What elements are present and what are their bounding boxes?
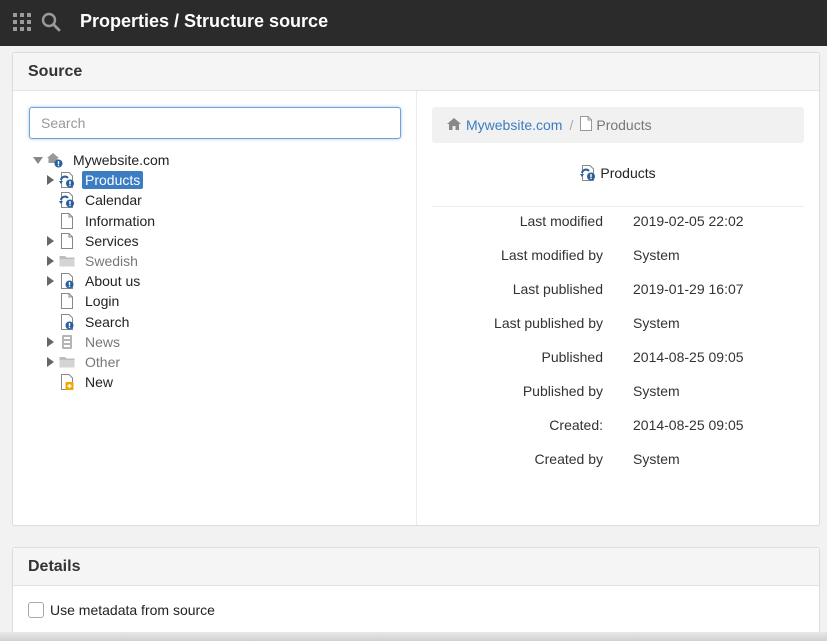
tree-node-label[interactable]: Other <box>85 354 120 370</box>
folder-icon <box>59 354 75 370</box>
page-new-icon <box>59 374 75 391</box>
tree-node[interactable]: Information <box>45 211 155 231</box>
breadcrumb-separator: / <box>569 117 574 133</box>
breadcrumb: Mywebsite.com / Products <box>432 107 804 143</box>
bottom-shadow <box>0 632 827 641</box>
property-row: Last published 2019-01-29 16:07 <box>432 281 812 301</box>
property-row: Last modified 2019-02-05 22:02 <box>432 213 812 233</box>
property-row: Last published by System <box>432 315 812 335</box>
home-info-icon <box>47 152 63 168</box>
page-info-icon <box>59 313 75 330</box>
property-row: Published by System <box>432 383 812 403</box>
property-value: System <box>633 451 680 467</box>
property-key: Last published by <box>494 315 603 331</box>
property-key: Published <box>541 349 604 365</box>
tree-node[interactable]: Swedish <box>45 251 138 271</box>
collapsed-triangle-icon[interactable] <box>45 357 55 367</box>
folder-icon <box>59 253 75 269</box>
tree-node-label[interactable]: Mywebsite.com <box>73 152 169 168</box>
tree-node[interactable]: New <box>45 372 113 392</box>
tree-node[interactable]: Calendar <box>45 190 142 210</box>
property-value: System <box>633 315 680 331</box>
property-key: Created by <box>534 451 603 467</box>
collapsed-triangle-icon[interactable] <box>45 235 55 246</box>
tree-node[interactable]: Services <box>45 231 139 251</box>
property-key: Last published <box>512 281 603 297</box>
tree-node[interactable]: Other <box>45 352 120 372</box>
page-icon <box>59 212 75 229</box>
details-panel: Details Use metadata from source <box>12 547 820 641</box>
tree-node[interactable]: About us <box>45 271 140 291</box>
property-value: 2019-01-29 16:07 <box>633 281 744 297</box>
tree-node[interactable]: Products <box>45 170 144 190</box>
detail-header: Products <box>432 165 804 181</box>
property-row: Created: 2014-08-25 09:05 <box>432 417 812 437</box>
property-row: Last modified by System <box>432 247 812 267</box>
detail-divider <box>432 206 804 207</box>
page-info-icon <box>59 273 75 290</box>
home-icon[interactable] <box>447 117 461 133</box>
search-icon[interactable] <box>41 12 61 32</box>
page-icon <box>59 293 75 310</box>
tree-node-label[interactable]: News <box>85 334 120 350</box>
property-value: 2014-08-25 09:05 <box>633 417 744 433</box>
page-icon <box>59 232 75 249</box>
use-metadata-checkbox[interactable] <box>28 602 44 618</box>
breadcrumb-current: Products <box>596 117 652 133</box>
property-key: Published by <box>522 383 603 399</box>
property-value: System <box>633 383 680 399</box>
page-icon <box>580 116 593 134</box>
source-panel: Source Mywebsite.com Products Calendar Info… <box>12 52 820 526</box>
detail-title: Products <box>600 165 656 181</box>
grid-icon[interactable] <box>13 13 31 31</box>
page-reload-info-icon <box>59 172 75 189</box>
tree-node-label[interactable]: Calendar <box>85 192 142 208</box>
panel-divider <box>416 91 417 525</box>
tree-node[interactable]: Search <box>45 312 129 332</box>
tree-node-label[interactable]: Search <box>85 314 129 330</box>
page-reload-info-icon <box>59 192 75 209</box>
details-panel-title: Details <box>13 548 819 586</box>
property-key: Last modified by <box>501 247 603 263</box>
expanded-triangle-icon[interactable] <box>33 155 43 165</box>
tree-node-label[interactable]: Swedish <box>85 253 138 269</box>
tree-node-label[interactable]: About us <box>85 273 140 289</box>
collapsed-triangle-icon[interactable] <box>45 256 55 266</box>
collapsed-triangle-icon[interactable] <box>45 175 55 186</box>
property-row: Published 2014-08-25 09:05 <box>432 349 812 369</box>
page-title: Properties / Structure source <box>80 11 329 31</box>
collapsed-triangle-icon[interactable] <box>45 336 55 347</box>
property-value: 2019-02-05 22:02 <box>633 213 744 229</box>
tree-node-label[interactable]: Products <box>82 171 144 190</box>
use-metadata-label: Use metadata from source <box>50 602 215 618</box>
tree-node-label[interactable]: New <box>85 374 113 390</box>
source-panel-title: Source <box>13 53 819 91</box>
property-key: Created: <box>549 417 603 433</box>
top-bar: Properties / Structure source <box>0 0 827 46</box>
property-key: Last modified <box>519 213 603 229</box>
tree-node[interactable]: News <box>45 332 120 352</box>
tree-node-label[interactable]: Login <box>85 293 119 309</box>
property-row: Created by System <box>432 451 812 471</box>
property-value: 2014-08-25 09:05 <box>633 349 744 365</box>
tree-node-label[interactable]: Information <box>85 213 155 229</box>
search-input[interactable] <box>29 107 401 139</box>
tree-node-label[interactable]: Services <box>85 233 139 249</box>
tree-node[interactable]: Login <box>45 291 119 311</box>
use-metadata-row[interactable]: Use metadata from source <box>28 602 215 618</box>
collapsed-triangle-icon[interactable] <box>45 276 55 287</box>
property-value: System <box>633 247 680 263</box>
tree-node[interactable]: Mywebsite.com <box>33 150 169 170</box>
page-reload-info-icon <box>580 165 596 181</box>
archive-icon <box>59 334 75 350</box>
breadcrumb-home-link[interactable]: Mywebsite.com <box>466 117 562 133</box>
